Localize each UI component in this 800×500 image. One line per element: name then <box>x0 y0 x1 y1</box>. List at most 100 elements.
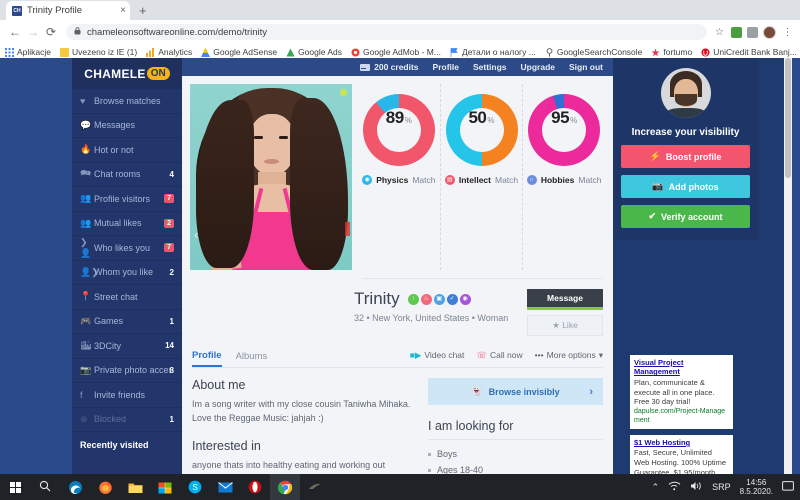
left-sidebar: CHAMELE ON ♥ Browse matches 💬 Messages 🔥 … <box>72 58 182 474</box>
sidebar-item-messages[interactable]: 💬 Messages <box>72 114 182 138</box>
sidebar-item-3dcity[interactable]: 🏙 3DCity 14 <box>72 334 182 359</box>
site-logo[interactable]: CHAMELE ON <box>72 58 182 89</box>
sidebar-item-count: 2 <box>169 267 174 277</box>
bookmark-item[interactable]: Uvezeno iz IE (1) <box>60 47 137 57</box>
sidebar-item-private-photo-access[interactable]: 📷 Private photo access 8 <box>72 359 182 383</box>
sidebar-item-street-chat[interactable]: 📍 Street chat <box>72 285 182 310</box>
tray-chevron-icon[interactable]: ⌃ <box>652 482 660 493</box>
sidebar-item-invite-friends[interactable]: f Invite friends <box>72 383 182 408</box>
nav-link-upgrade[interactable]: Upgrade <box>521 62 555 72</box>
taskbar-app-file-explorer[interactable] <box>120 474 150 500</box>
page-scrollbar[interactable] <box>784 58 792 474</box>
bookmark-item[interactable]: Google AdMob - M... <box>351 47 441 57</box>
profile-name-block: Trinity ↑ ♨ ▣ ✓ ◉ 32 • New York, United … <box>354 289 527 323</box>
browse-invisibly-button[interactable]: 👻 Browse invisibly › <box>428 378 603 405</box>
nav-link-signout[interactable]: Sign out <box>569 62 603 72</box>
address-bar[interactable]: chameleonsoftwareonline.com/demo/trinity <box>66 24 707 40</box>
credits-display[interactable]: 200 credits <box>360 62 419 72</box>
donut-unit: % <box>487 116 495 125</box>
ad-block-2[interactable]: $1 Web Hosting Fast, Secure, Unlimited W… <box>630 435 733 474</box>
browser-tab[interactable]: CH Trinity Profile × <box>6 1 130 20</box>
extension-gray-icon[interactable] <box>747 26 758 38</box>
start-button[interactable] <box>0 474 30 500</box>
taskbar-app-unknown[interactable] <box>300 474 330 500</box>
arrow-up-badge[interactable]: ↑ <box>407 293 419 305</box>
profile-photo[interactable]: ‹ <box>190 84 352 270</box>
bookmark-item[interactable]: Analytics <box>146 47 192 57</box>
ad-block-1[interactable]: Visual Project Management Plan, communic… <box>630 355 733 429</box>
bookmark-item[interactable]: Aplikacje <box>5 47 51 57</box>
sidebar-item-chat-rooms[interactable]: 🗪 Chat rooms 4 <box>72 163 182 187</box>
sidebar-item-profile-visitors[interactable]: 👥 Profile visitors 7 <box>72 187 182 212</box>
more-options-button[interactable]: ••• More options ▾ <box>535 350 603 361</box>
tab-strip: CH Trinity Profile × + <box>0 0 800 20</box>
taskbar-app-microsoft-store[interactable] <box>150 474 180 500</box>
profile-avatar[interactable] <box>763 25 776 39</box>
scrollbar-thumb[interactable] <box>785 58 791 178</box>
ad-title[interactable]: $1 Web Hosting <box>634 438 729 447</box>
speaker-icon[interactable] <box>690 481 703 493</box>
boost-profile-button[interactable]: ⚡ Boost profile <box>621 145 750 168</box>
photo-prev-arrow-icon[interactable]: ‹ <box>194 227 198 242</box>
taskbar-app-skype[interactable]: S <box>180 474 210 500</box>
sidebar-item-blocked[interactable]: ⊗ Blocked 1 <box>72 408 182 432</box>
tab-albums[interactable]: Albums <box>236 347 268 366</box>
search-button[interactable] <box>30 474 60 500</box>
sidebar-item-who-likes-you[interactable]: ❯👤 Who likes you 7 <box>72 236 182 261</box>
flame-badge[interactable]: ♨ <box>420 293 432 305</box>
bookmark-item[interactable]: UniCredit Bank Banj... <box>701 47 797 57</box>
sidebar-item-games[interactable]: 🎮 Games 1 <box>72 310 182 334</box>
new-tab-button[interactable]: + <box>139 3 147 20</box>
like-button[interactable]: ★ Like <box>527 315 603 336</box>
system-tray: ⌃ SRP 14:56 8.5.2020. <box>652 478 800 496</box>
extension-green-icon[interactable] <box>731 26 742 38</box>
bookmark-item[interactable]: Детали о налогу ... <box>450 47 536 57</box>
id-badge[interactable]: ▣ <box>433 293 445 305</box>
looking-for-list: Boys Ages 18-40 Near me For dating <box>428 439 603 474</box>
menu-kebab-icon[interactable]: ⋮ <box>781 26 794 39</box>
sidebar-item-count: 1 <box>169 316 174 326</box>
message-button[interactable]: Message <box>527 289 603 310</box>
taskbar-clock[interactable]: 14:56 8.5.2020. <box>740 478 773 496</box>
adsense-icon <box>201 47 211 57</box>
sidebar-item-count: 1 <box>169 414 174 424</box>
ad-title[interactable]: Visual Project Management <box>634 358 729 377</box>
bookmark-label: Google AdMob - M... <box>363 47 441 57</box>
taskbar-app-opera[interactable] <box>240 474 270 500</box>
sidebar-item-hot-or-not[interactable]: 🔥 Hot or not <box>72 138 182 163</box>
forward-icon[interactable]: → <box>24 25 42 39</box>
bookmark-item[interactable]: GoogleSearchConsole <box>545 47 642 57</box>
crown-badge[interactable]: ◉ <box>459 293 471 305</box>
taskbar-app-edge[interactable] <box>60 474 90 500</box>
taskbar-app-chrome[interactable] <box>270 474 300 500</box>
block-icon: ⊗ <box>80 413 88 424</box>
video-chat-button[interactable]: ■▶ Video chat <box>410 350 465 361</box>
bookmark-item[interactable]: fortumo <box>651 47 692 57</box>
sidebar-item-label: Messages <box>94 120 136 131</box>
star-icon[interactable]: ☆ <box>713 26 726 39</box>
sidebar-item-browse-matches[interactable]: ♥ Browse matches <box>72 89 182 114</box>
sidebar-item-label: Private photo access <box>94 365 170 376</box>
add-photos-button[interactable]: 📷 Add photos <box>621 175 750 198</box>
nav-link-profile[interactable]: Profile <box>433 62 459 72</box>
notification-icon[interactable] <box>782 480 794 494</box>
bookmark-item[interactable]: Google Ads <box>286 47 342 57</box>
verified-badge[interactable]: ✓ <box>446 293 458 305</box>
nav-link-settings[interactable]: Settings <box>473 62 507 72</box>
bookmark-label: Analytics <box>158 47 193 57</box>
call-now-button[interactable]: ☏ Call now <box>476 350 522 361</box>
verify-account-button[interactable]: ✔ Verify account <box>621 205 750 228</box>
svg-text:S: S <box>192 483 197 492</box>
ad-url[interactable]: dapulse.com/Project-Management <box>634 408 729 426</box>
sidebar-item-mutual-likes[interactable]: 👥 Mutual likes 2 <box>72 212 182 236</box>
tab-close-icon[interactable]: × <box>120 5 126 16</box>
language-indicator[interactable]: SRP <box>712 482 731 492</box>
bookmark-item[interactable]: Google AdSense <box>201 47 277 57</box>
back-icon[interactable]: ← <box>6 25 24 39</box>
sidebar-item-whom-you-like[interactable]: 👤❯ Whom you like 2 <box>72 261 182 285</box>
taskbar-app-firefox[interactable] <box>90 474 120 500</box>
wifi-icon[interactable] <box>668 481 681 493</box>
reload-icon[interactable]: ⟳ <box>42 25 60 39</box>
taskbar-app-mail[interactable] <box>210 474 240 500</box>
tab-profile[interactable]: Profile <box>192 346 222 367</box>
